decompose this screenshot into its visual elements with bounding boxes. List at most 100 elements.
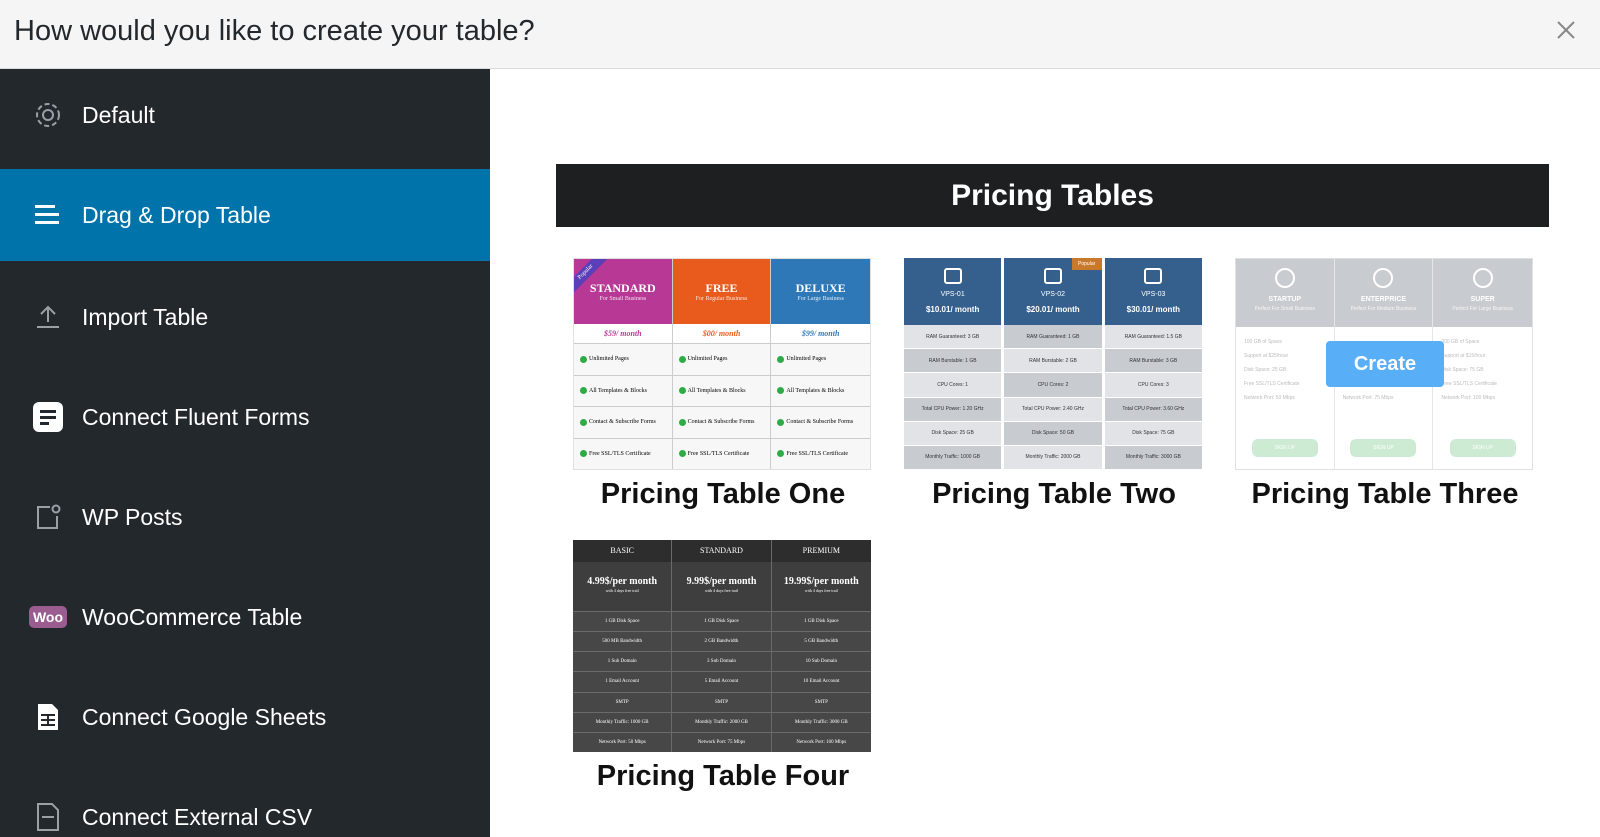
spec-row: 1 Email Account	[573, 672, 672, 693]
feature-row: Support at $15/hour	[1441, 353, 1486, 359]
sidebar-item-google-sheets[interactable]: Connect Google Sheets	[0, 671, 490, 763]
spec-row: 1 GB Disk Space	[573, 612, 672, 633]
signup-button: SIGN UP	[1251, 439, 1318, 457]
csv-icon	[31, 800, 65, 834]
sidebar-item-external-csv[interactable]: Connect External CSV	[0, 771, 490, 837]
template-thumbnail: STANDARD For Small Business Popular $59/ mo…	[573, 258, 871, 470]
plan-column: FREE For Regular Business $00/ month Unlimi…	[672, 259, 772, 469]
feature-row: Free SSL/TLS Certificate	[574, 438, 672, 469]
feature-text: Contact & Subscribe Forms	[786, 419, 854, 426]
sidebar-item-woocommerce[interactable]: Woo WooCommerce Table	[0, 571, 490, 663]
spec-row: Disk Space: 25 GB	[904, 421, 1002, 446]
plan-column: VPS-03 $30.01/ month RAM Guaranteed: 1.5 G…	[1104, 258, 1202, 470]
plan-name: VPS-01	[940, 291, 965, 298]
plan-name: FREE	[705, 281, 738, 295]
pricing-table-four-preview: BASIC 4.99$/per month with 4 days free tra…	[573, 540, 871, 752]
spec-row: SMTP	[771, 693, 871, 713]
spec-row: RAM Burstable: 2 GB	[1004, 349, 1102, 374]
feature-row: Contact & Subscribe Forms	[672, 407, 771, 439]
plan-icon	[1274, 268, 1295, 288]
plan-icon	[1043, 268, 1062, 284]
sidebar-item-wp-posts[interactable]: WP Posts	[0, 471, 490, 563]
spec-row: Total CPU Power: 3.60 GHz	[1104, 397, 1202, 422]
spec-row: SMTP	[573, 693, 672, 713]
plan-price: $59/ month	[574, 324, 672, 344]
template-label: Pricing Table Two	[932, 478, 1176, 510]
feature-row: Disk Space: 75 GB	[1441, 367, 1484, 373]
plan-column: VPS-02 $20.01/ month Popular RAM Guaranteed…	[1004, 258, 1102, 470]
feature-text: All Templates & Blocks	[687, 387, 746, 394]
feature-text: All Templates & Blocks	[786, 387, 845, 394]
plan-name: PREMIUM	[771, 540, 871, 562]
feature-text: All Templates & Blocks	[589, 387, 647, 394]
spec-row: Disk Space: 50 GB	[1004, 421, 1102, 446]
spec-row: 1 GB Disk Space	[771, 612, 871, 633]
sidebar-item-label: Connect Google Sheets	[82, 703, 327, 730]
plan-column: STANDARD For Small Business Popular $59/ mo…	[574, 259, 673, 469]
create-button[interactable]: Create	[1326, 341, 1444, 387]
sidebar-item-label: WP Posts	[82, 503, 183, 530]
spec-row: Monthly Traffic: 2000 GB	[1004, 445, 1102, 470]
feature-text: Contact & Subscribe Forms	[687, 419, 755, 426]
spec-row: Disk Space: 75 GB	[1104, 421, 1202, 446]
template-card-pricing-one[interactable]: STANDARD For Small Business Popular $59/ mo…	[573, 258, 873, 511]
plan-price: $30.01/ month	[1126, 305, 1180, 314]
sidebar-item-drag-drop[interactable]: Drag & Drop Table	[0, 169, 490, 261]
plan-subtitle: Perfect For Large Business	[1452, 306, 1513, 312]
feature-list: 300 GB of Space Support at $15/hour Disk S…	[1433, 327, 1532, 435]
plan-header: ENTERPRICE Perfect For Medium Business	[1334, 259, 1433, 327]
plan-name: STANDARD	[589, 281, 656, 295]
close-icon[interactable]	[1550, 14, 1582, 46]
template-panel: Pricing Tables STANDARD For Small Busines…	[490, 69, 1600, 837]
post-icon	[31, 500, 65, 534]
pricing-table-two-preview: VPS-01 $10.01/ month RAM Guaranteed: 3 GB R…	[904, 258, 1202, 470]
spec-row: CPU Cores: 3	[1104, 373, 1202, 398]
plan-column: BASIC 4.99$/per month with 4 days free tra…	[573, 540, 673, 752]
feature-text: Free SSL/TLS Certificate	[786, 450, 848, 457]
plan-price: $00/ month	[672, 324, 771, 344]
modal-title: How would you like to create your table?	[14, 15, 535, 47]
feature-row: All Templates & Blocks	[771, 375, 870, 407]
signup-button: SIGN UP	[1449, 439, 1516, 457]
plan-icon	[1144, 268, 1163, 284]
plan-name: SUPER	[1470, 296, 1495, 303]
plan-price: $20.01/ month	[1026, 305, 1080, 314]
feature-row: All Templates & Blocks	[672, 375, 771, 407]
spec-row: 10 Sub Domain	[771, 652, 871, 673]
feature-text: Unlimited Pages	[786, 356, 827, 363]
feature-text: Contact & Subscribe Forms	[589, 419, 656, 426]
plan-price-block: 9.99$/per month with 4 days free trail	[672, 562, 771, 612]
plan-column: SUPER Perfect For Large Business 300 GB of…	[1433, 259, 1532, 469]
plan-name: DELUXE	[795, 281, 846, 295]
spec-row: Network Port: 100 Mbps	[796, 739, 847, 745]
sidebar-item-fluent-forms[interactable]: Connect Fluent Forms	[0, 371, 490, 463]
plan-header: VPS-03 $30.01/ month	[1104, 258, 1202, 325]
sidebar-item-label: Drag & Drop Table	[82, 201, 271, 228]
plan-price: 9.99$/per month	[686, 576, 757, 587]
spec-row: RAM Guaranteed: 3 GB	[904, 325, 1002, 350]
plan-subtitle: For Regular Business	[695, 296, 748, 302]
template-thumbnail: STARTUP Perfect For Small Business 100 GB …	[1235, 258, 1533, 470]
spec-row: Monthly Traffic: 3000 GB	[771, 713, 871, 733]
pricing-table-one-preview: STANDARD For Small Business Popular $59/ mo…	[574, 259, 870, 469]
plan-column: DELUXE For Large Business $99/ month Unlimi…	[771, 259, 870, 469]
plan-header: STARTUP Perfect For Small Business	[1236, 259, 1334, 327]
feature-row: Free SSL/TLS Certificate	[771, 438, 870, 469]
sidebar-item-import[interactable]: Import Table	[0, 271, 490, 363]
woo-icon: Woo	[27, 600, 69, 634]
plan-header: FREE For Regular Business	[672, 259, 771, 324]
check-icon	[580, 418, 587, 426]
sidebar-item-default[interactable]: Default	[0, 69, 490, 161]
feature-row: Contact & Subscribe Forms	[771, 407, 870, 439]
template-label: Pricing Table Three	[1251, 478, 1519, 510]
template-card-pricing-three[interactable]: STARTUP Perfect For Small Business 100 GB …	[1235, 258, 1535, 511]
feature-row: Free SSL/TLS Certificate	[1441, 381, 1497, 387]
template-card-pricing-four[interactable]: BASIC 4.99$/per month with 4 days free tra…	[573, 540, 873, 793]
check-icon	[678, 418, 686, 426]
plan-column: VPS-01 $10.01/ month RAM Guaranteed: 3 GB R…	[904, 258, 1002, 470]
check-icon	[777, 355, 785, 363]
plan-price-block: 19.99$/per month with 4 days free trail	[771, 562, 871, 612]
feature-row: Free SSL/TLS Certificate	[672, 438, 771, 469]
template-card-pricing-two[interactable]: VPS-01 $10.01/ month RAM Guaranteed: 3 GB R…	[904, 258, 1204, 511]
spec-row: 5 Email Account	[672, 672, 771, 693]
